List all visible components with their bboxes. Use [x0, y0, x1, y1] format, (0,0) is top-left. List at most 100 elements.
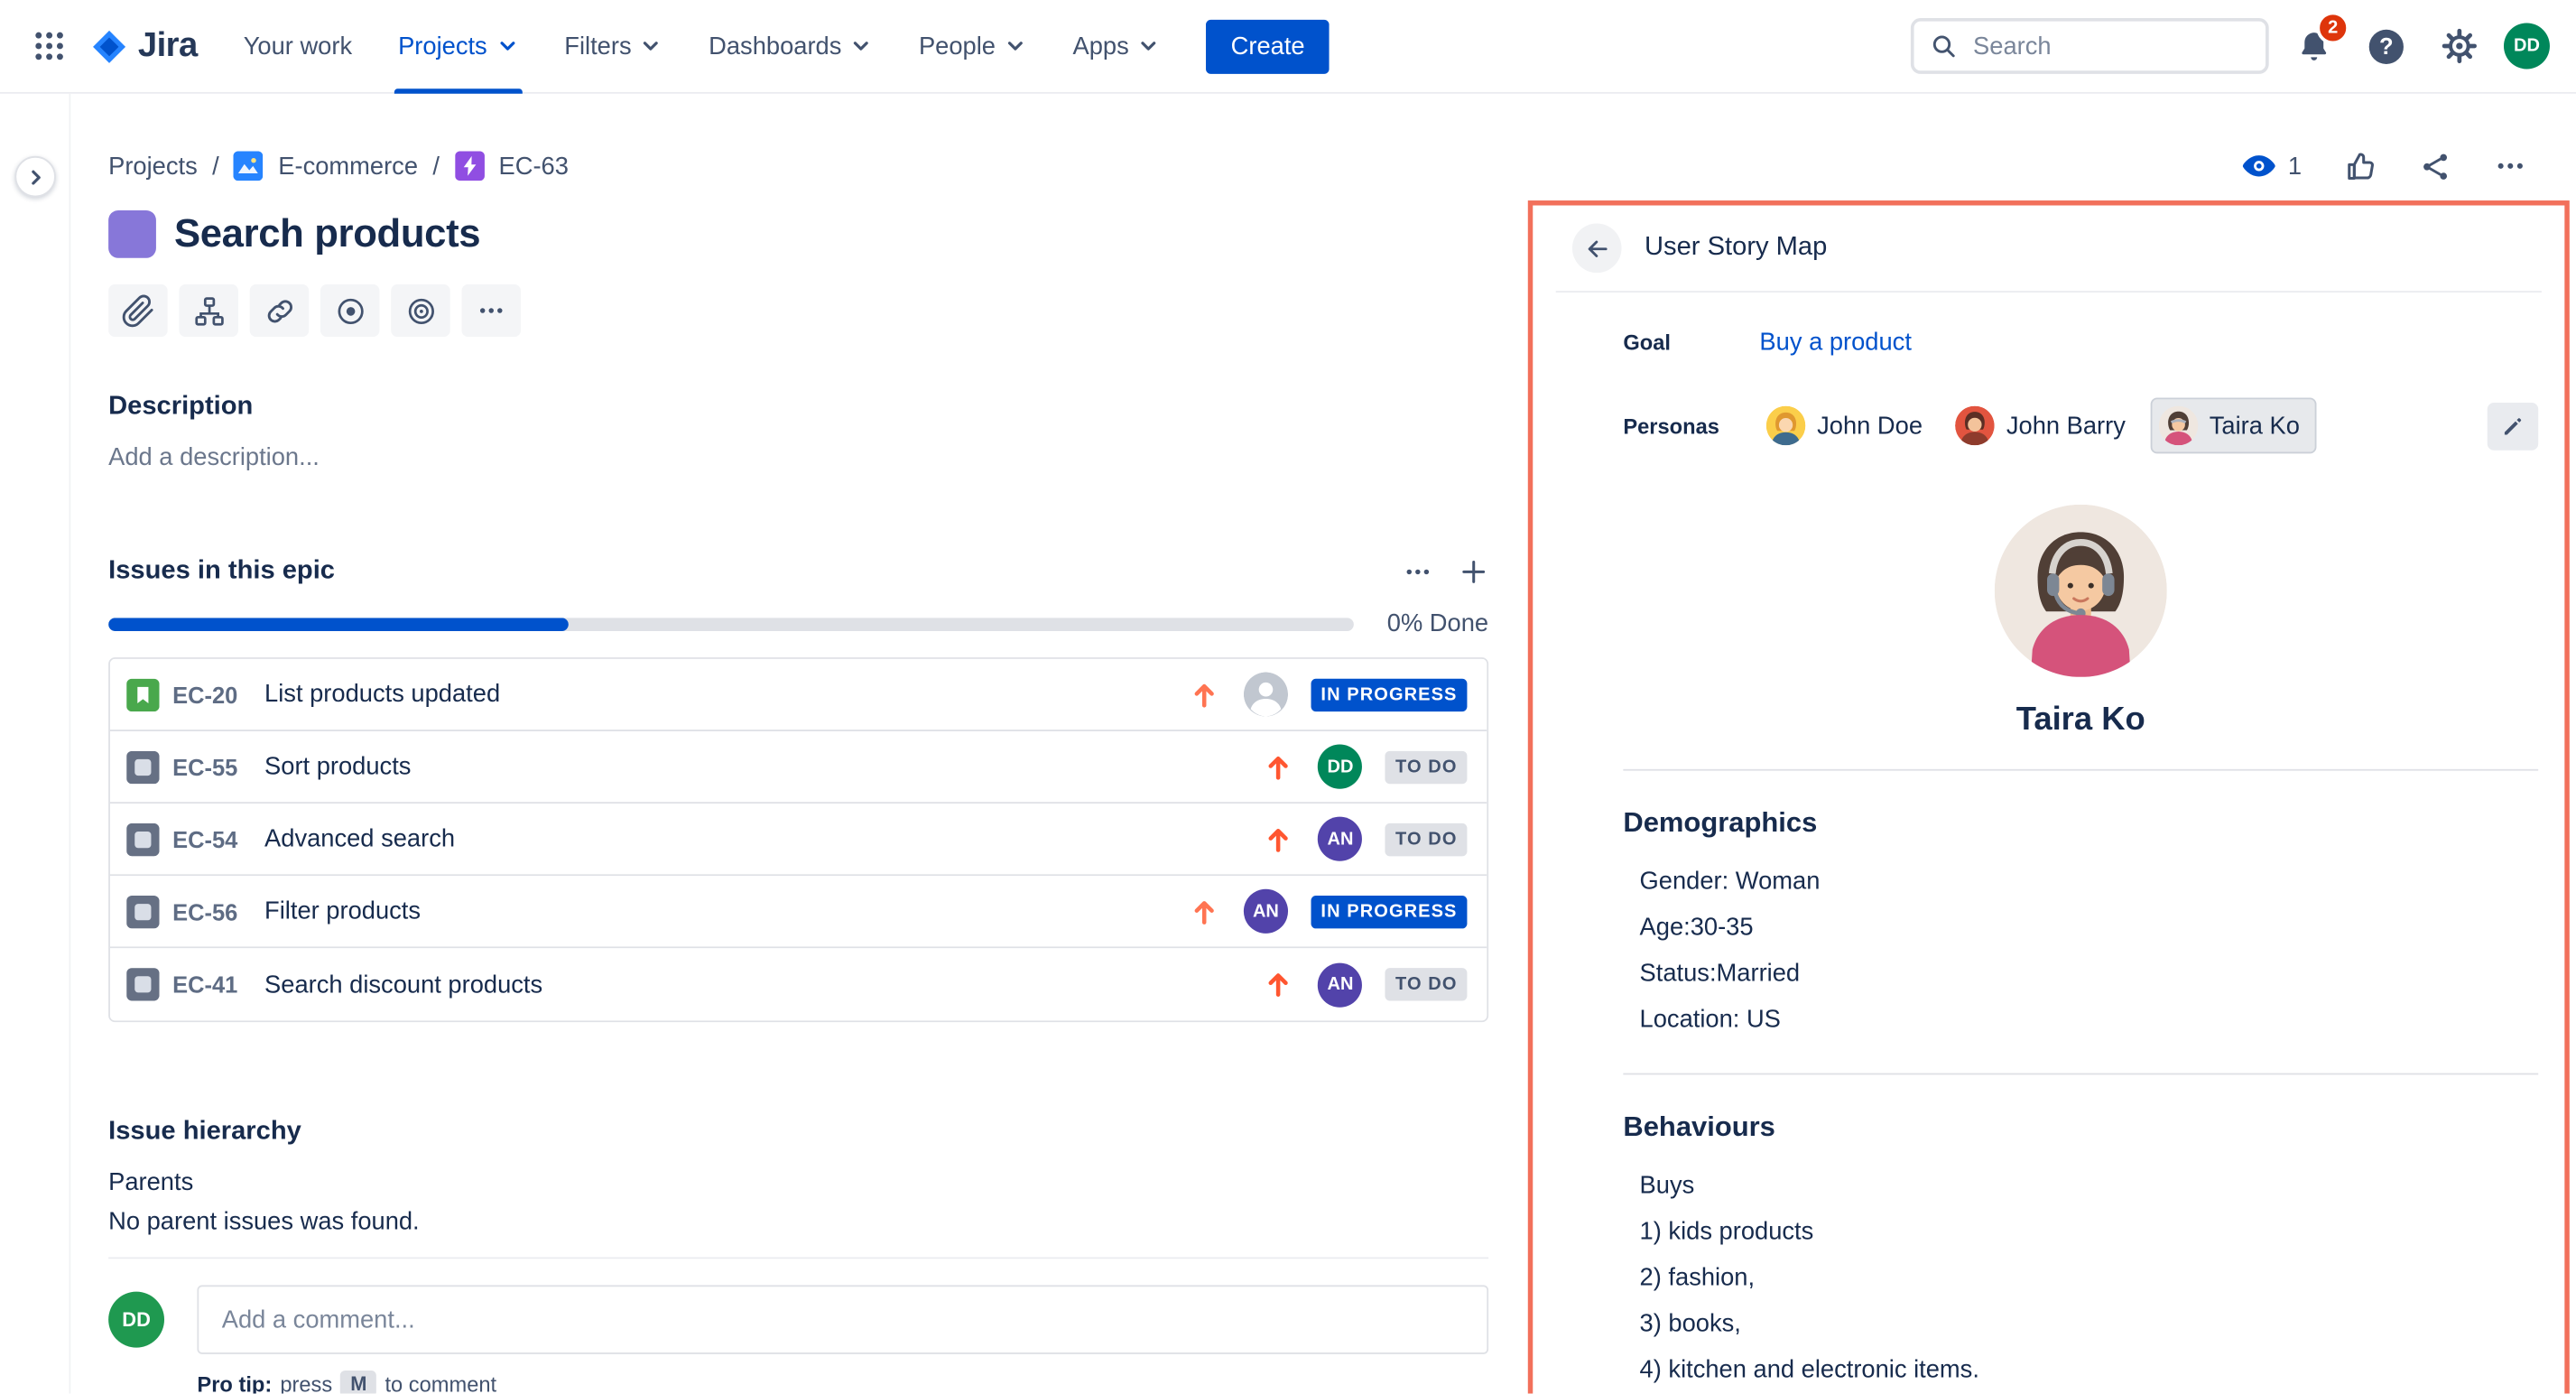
notification-badge: 2 — [2316, 11, 2349, 43]
epic-issues-heading: Issues in this epic — [108, 557, 335, 587]
panel-divider — [1556, 291, 2542, 293]
more-actions-button[interactable] — [2494, 150, 2526, 182]
status-badge[interactable]: IN PROGRESS — [1311, 895, 1467, 927]
priority-high-icon — [1188, 895, 1220, 927]
issue-key[interactable]: EC-20 — [172, 681, 251, 707]
user-avatar[interactable]: DD — [2504, 23, 2550, 69]
back-button[interactable] — [1572, 224, 1622, 274]
issue-row[interactable]: EC-41 Search discount products AN TO DO — [110, 948, 1487, 1020]
issue-key[interactable]: EC-54 — [172, 826, 251, 852]
persona-chip-john-barry[interactable]: John Barry — [1949, 399, 2140, 451]
jira-logo-text: Jira — [138, 26, 198, 66]
persona-chip-taira-ko[interactable]: Taira Ko — [2152, 399, 2314, 451]
assignee-avatar[interactable]: AN — [1318, 817, 1362, 861]
add-issue-button[interactable] — [1459, 557, 1488, 587]
issue-summary[interactable]: Filter products — [264, 897, 1188, 925]
persona-chip-john-doe[interactable]: John Doe — [1759, 399, 1937, 451]
like-icon — [2343, 149, 2377, 183]
persona-avatar — [1955, 406, 1995, 446]
like-button[interactable] — [2343, 149, 2377, 183]
status-badge[interactable]: TO DO — [1385, 822, 1467, 855]
breadcrumb-separator: / — [432, 152, 440, 180]
watch-icon — [2240, 148, 2276, 184]
behaviours-item: 3) books, — [1640, 1302, 2532, 1348]
title-row: Search products — [108, 210, 1488, 258]
status-badge[interactable]: TO DO — [1385, 968, 1467, 1000]
assignee-avatar-unassigned[interactable] — [1244, 672, 1288, 716]
target-button[interactable] — [391, 284, 450, 337]
priority-highest-icon — [1263, 968, 1295, 1000]
no-parents-message: No parent issues was found. — [108, 1208, 1488, 1236]
add-child-issue-button[interactable] — [179, 284, 238, 337]
chevron-down-icon — [849, 34, 872, 57]
keyboard-shortcut-key: M — [340, 1371, 376, 1393]
nav-dashboards[interactable]: Dashboards — [686, 0, 896, 93]
section-divider — [108, 1257, 1488, 1259]
share-button[interactable] — [2418, 149, 2452, 183]
more-tools-button[interactable] — [461, 284, 521, 337]
app-switcher-icon[interactable] — [23, 20, 75, 72]
issue-summary[interactable]: Search discount products — [264, 971, 1263, 999]
breadcrumb-issue-key[interactable]: EC-63 — [499, 152, 569, 180]
nav-apps[interactable]: Apps — [1050, 0, 1183, 93]
issue-row[interactable]: EC-56 Filter products AN IN PROGRESS — [110, 876, 1487, 948]
comment-pro-tip: Pro tip: press M to comment — [197, 1371, 1488, 1393]
current-user-avatar[interactable]: DD — [108, 1292, 164, 1348]
link-issue-button[interactable] — [250, 284, 310, 337]
more-icon — [1403, 557, 1432, 587]
panel-title: User Story Map — [1645, 233, 1827, 263]
search-input[interactable] — [1969, 31, 2248, 62]
issue-summary[interactable]: Sort products — [264, 753, 1263, 781]
issue-row[interactable]: EC-55 Sort products DD TO DO — [110, 731, 1487, 804]
demographics-item: Age:30-35 — [1640, 906, 2532, 952]
comment-input[interactable] — [197, 1285, 1488, 1353]
epic-issues-more-button[interactable] — [1403, 557, 1432, 587]
sidebar-divider — [69, 94, 70, 1394]
more-icon — [477, 296, 506, 326]
assignee-avatar[interactable]: DD — [1318, 745, 1362, 789]
watch-button[interactable]: 1 — [2240, 148, 2302, 184]
nav-people[interactable]: People — [895, 0, 1050, 93]
assignee-avatar[interactable]: AN — [1244, 889, 1288, 934]
epic-issues-header: Issues in this epic — [108, 557, 1488, 587]
scope-button[interactable] — [320, 284, 380, 337]
search-box[interactable] — [1911, 18, 2269, 74]
attach-button[interactable] — [108, 284, 168, 337]
project-avatar — [234, 151, 264, 181]
issue-key[interactable]: EC-55 — [172, 754, 251, 780]
assignee-avatar[interactable]: AN — [1318, 962, 1362, 1007]
notifications-button[interactable]: 2 — [2287, 19, 2341, 73]
search-icon — [1931, 33, 1957, 59]
task-type-icon — [126, 895, 159, 927]
epic-progress-fill — [108, 617, 569, 630]
nav-your-work[interactable]: Your work — [220, 0, 375, 93]
issue-row[interactable]: EC-54 Advanced search AN TO DO — [110, 804, 1487, 876]
issue-row[interactable]: EC-20 List products updated IN PROGRESS — [110, 659, 1487, 731]
add-icon — [1459, 557, 1488, 587]
issue-summary[interactable]: Advanced search — [264, 825, 1263, 853]
goal-label: Goal — [1623, 330, 1759, 355]
issue-key[interactable]: EC-41 — [172, 971, 251, 998]
issue-summary[interactable]: List products updated — [264, 681, 1188, 709]
breadcrumb-project[interactable]: E-commerce — [278, 152, 418, 180]
issue-key[interactable]: EC-56 — [172, 898, 251, 925]
goal-link[interactable]: Buy a product — [1759, 329, 1911, 357]
description-placeholder[interactable]: Add a description... — [108, 443, 1488, 471]
epic-progress-bar — [108, 617, 1354, 630]
epic-color-swatch[interactable] — [108, 210, 156, 258]
settings-button[interactable] — [2432, 19, 2486, 73]
help-button[interactable]: ? — [2359, 19, 2414, 73]
nav-projects[interactable]: Projects — [375, 0, 542, 93]
status-badge[interactable]: TO DO — [1385, 750, 1467, 783]
expand-sidebar-button[interactable] — [14, 156, 56, 198]
description-heading: Description — [108, 393, 1488, 423]
story-type-icon — [126, 678, 159, 711]
jira-logo[interactable]: Jira — [88, 25, 197, 67]
nav-filters[interactable]: Filters — [542, 0, 686, 93]
breadcrumb-projects[interactable]: Projects — [108, 152, 198, 180]
demographics-heading: Demographics — [1623, 807, 2538, 840]
status-badge[interactable]: IN PROGRESS — [1311, 678, 1467, 711]
issue-title[interactable]: Search products — [174, 211, 480, 257]
edit-personas-button[interactable] — [2488, 402, 2538, 450]
create-button[interactable]: Create — [1206, 19, 1330, 73]
